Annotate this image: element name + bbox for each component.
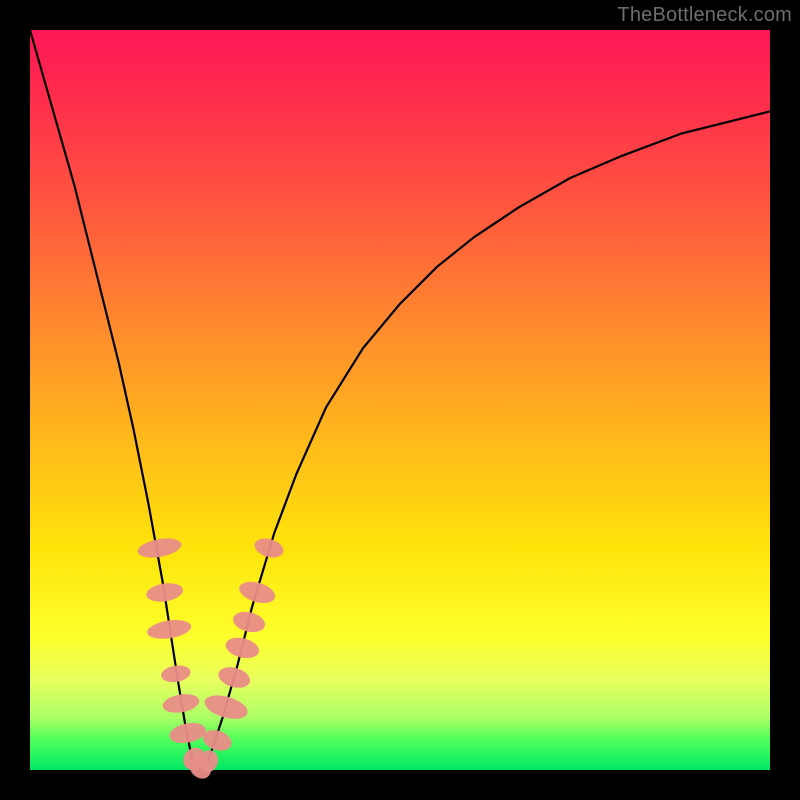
highlight-marker [145,581,184,604]
highlight-marker [252,535,285,561]
bottleneck-curve [30,30,770,770]
highlight-marker [136,535,183,560]
plot-area [30,30,770,770]
highlight-marker [202,691,250,723]
chart-frame: TheBottleneck.com [0,0,800,800]
watermark-text: TheBottleneck.com [617,4,792,27]
highlight-marker [231,609,267,636]
highlight-marker [216,664,253,691]
highlight-marker [146,617,193,641]
highlight-marker [161,692,200,716]
chart-svg [30,30,770,770]
highlight-marker [168,720,208,746]
highlight-marker [237,578,278,607]
highlight-marker [224,634,262,661]
highlight-marker [160,664,192,685]
